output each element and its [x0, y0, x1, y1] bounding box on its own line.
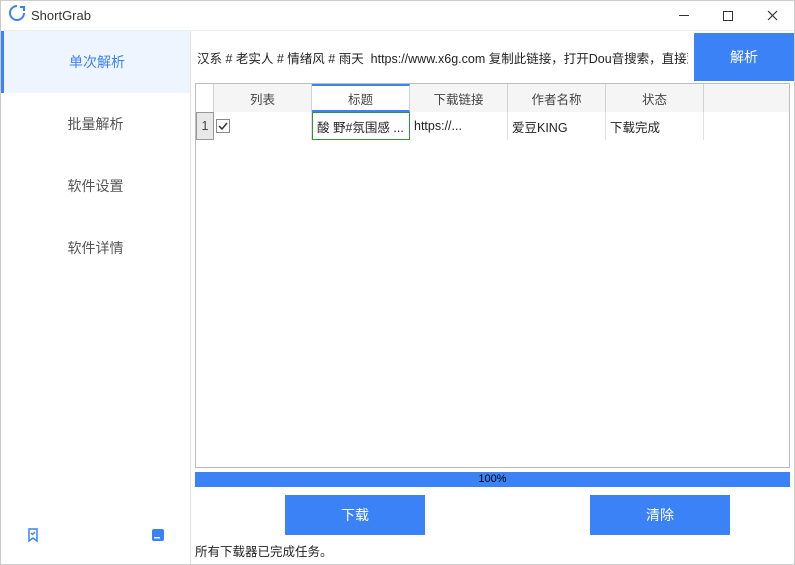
column-title[interactable]: 标题	[312, 84, 410, 112]
row-checkbox-cell[interactable]	[214, 112, 312, 140]
parse-button[interactable]: 解析	[694, 33, 794, 81]
column-status[interactable]: 状态	[606, 84, 704, 112]
progress-bar: 100%	[195, 472, 790, 487]
sidebar-item-label: 单次解析	[69, 52, 125, 72]
column-rownum	[196, 84, 214, 112]
titlebar: ShortGrab	[1, 1, 794, 31]
row-author: 爱豆KING	[508, 112, 606, 140]
sidebar-item-single-parse[interactable]: 单次解析	[1, 31, 190, 93]
app-logo-icon	[9, 5, 25, 26]
table-header: 列表 标题 下载链接 作者名称 状态	[196, 84, 789, 112]
column-author[interactable]: 作者名称	[508, 84, 606, 112]
row-link[interactable]: https://...	[410, 112, 508, 140]
sidebar-item-settings[interactable]: 软件设置	[1, 155, 190, 217]
status-text: 所有下载器已完成任务。	[195, 545, 333, 559]
clear-button[interactable]: 清除	[590, 495, 730, 535]
url-input[interactable]	[191, 31, 694, 83]
row-status: 下载完成	[606, 112, 704, 140]
close-button[interactable]	[750, 1, 794, 31]
download-button[interactable]: 下载	[285, 495, 425, 535]
sidebar: 单次解析 批量解析 软件设置 软件详情	[1, 31, 191, 564]
bookmark-icon[interactable]	[25, 527, 41, 548]
sidebar-item-batch-parse[interactable]: 批量解析	[1, 93, 190, 155]
sidebar-item-label: 软件设置	[68, 176, 124, 196]
sidebar-item-label: 软件详情	[68, 238, 124, 258]
status-bar: 所有下载器已完成任务。	[191, 539, 794, 564]
column-link[interactable]: 下载链接	[410, 84, 508, 112]
result-table: 列表 标题 下载链接 作者名称 状态 1 酸 野#氛围感 ... https:/…	[195, 83, 790, 468]
row-number: 1	[196, 112, 214, 140]
card-icon[interactable]	[150, 527, 166, 548]
table-row[interactable]: 1 酸 野#氛围感 ... https://... 爱豆KING 下载完成	[196, 112, 789, 140]
sidebar-item-label: 批量解析	[68, 114, 124, 134]
column-list[interactable]: 列表	[214, 84, 312, 112]
row-title[interactable]: 酸 野#氛围感 ...	[312, 112, 410, 140]
checkbox-icon[interactable]	[216, 119, 230, 133]
main-panel: 解析 列表 标题 下载链接 作者名称 状态 1 酸 野#氛围感 ... http…	[191, 31, 794, 564]
window-title: ShortGrab	[31, 8, 662, 23]
minimize-button[interactable]	[662, 1, 706, 31]
sidebar-item-about[interactable]: 软件详情	[1, 217, 190, 279]
progress-text: 100%	[478, 473, 506, 485]
maximize-button[interactable]	[706, 1, 750, 31]
